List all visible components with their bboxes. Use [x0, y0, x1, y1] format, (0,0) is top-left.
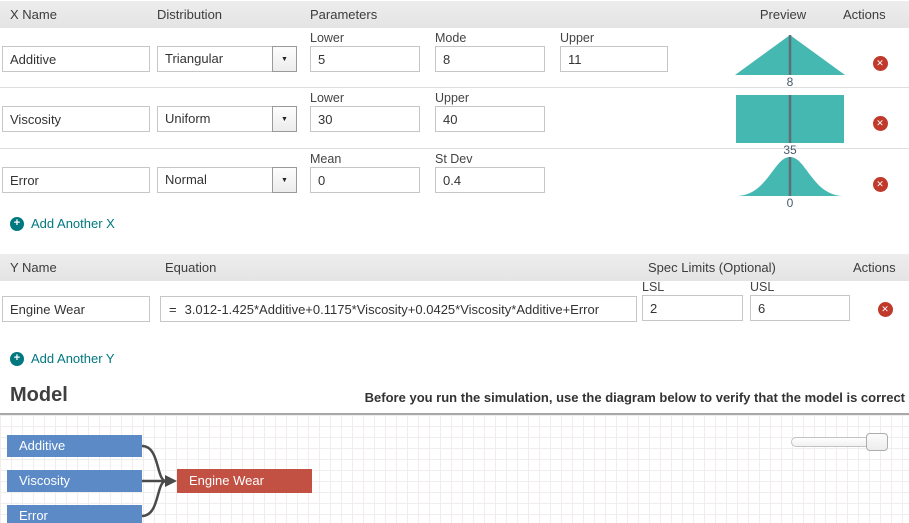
param-label: St Dev: [435, 153, 545, 166]
param-mean-input[interactable]: [310, 167, 420, 193]
add-another-x-label: Add Another X: [31, 216, 115, 231]
chevron-down-icon[interactable]: ▼: [272, 167, 297, 193]
param-label: Upper: [435, 92, 545, 105]
bell-curve-icon: [738, 156, 842, 196]
delete-row-icon[interactable]: ✕: [873, 56, 888, 71]
distribution-select[interactable]: Uniform ▼: [157, 106, 297, 132]
preview-center-value: 8: [787, 76, 794, 89]
model-diagram-canvas[interactable]: Additive Viscosity Error Engine Wear: [0, 415, 909, 523]
equation-input[interactable]: = 3.012-1.425*Additive+0.1175*Viscosity+…: [160, 296, 637, 322]
param-lower-input[interactable]: [310, 106, 420, 132]
lsl-input[interactable]: [642, 295, 743, 321]
distribution-select[interactable]: Triangular ▼: [157, 46, 297, 72]
distribution-select[interactable]: Normal ▼: [157, 167, 297, 193]
param-lower-input[interactable]: [310, 46, 420, 72]
y-name-input[interactable]: [2, 296, 150, 322]
triangular-distribution-preview: 8: [735, 35, 845, 89]
delete-row-icon[interactable]: ✕: [873, 177, 888, 192]
param-label: Mean: [310, 153, 420, 166]
delete-row-icon[interactable]: ✕: [878, 302, 893, 317]
param-stdev-input[interactable]: [435, 167, 545, 193]
x-name-input[interactable]: [2, 46, 150, 72]
x-name-header: X Name: [10, 7, 157, 22]
usl-input[interactable]: [750, 295, 850, 321]
chevron-down-icon[interactable]: ▼: [272, 106, 297, 132]
normal-distribution-preview: 0: [735, 156, 845, 210]
y-name-header: Y Name: [10, 260, 165, 275]
actions-header: Actions: [843, 7, 909, 22]
diagram-node-engine-wear[interactable]: Engine Wear: [177, 469, 312, 493]
equation-header: Equation: [165, 260, 648, 275]
diagram-node-additive[interactable]: Additive: [7, 435, 142, 457]
lsl-label: LSL: [642, 281, 743, 294]
param-upper-input[interactable]: [560, 46, 668, 72]
distribution-select-value[interactable]: Uniform: [157, 106, 272, 132]
add-another-y-label: Add Another Y: [31, 351, 115, 366]
preview-center-value: 0: [787, 197, 794, 210]
diagram-node-viscosity[interactable]: Viscosity: [7, 470, 142, 492]
param-label: Lower: [310, 92, 420, 105]
param-upper-input[interactable]: [435, 106, 545, 132]
usl-label: USL: [750, 281, 850, 294]
x-row-viscosity: Uniform ▼ Lower Upper 35 ✕: [0, 88, 909, 149]
distribution-select-value[interactable]: Normal: [157, 167, 272, 193]
uniform-shape-icon: [736, 95, 844, 143]
spec-limits-header: Spec Limits (Optional): [648, 260, 853, 275]
y-table-header: Y Name Equation Spec Limits (Optional) A…: [0, 254, 909, 281]
param-mode-input[interactable]: [435, 46, 545, 72]
distribution-header: Distribution: [157, 7, 310, 22]
equation-text: 3.012-1.425*Additive+0.1175*Viscosity+0.…: [185, 302, 599, 317]
y-row-engine-wear: = 3.012-1.425*Additive+0.1175*Viscosity+…: [0, 281, 909, 327]
delete-row-icon[interactable]: ✕: [873, 116, 888, 131]
uniform-distribution-preview: 35: [735, 95, 845, 157]
zoom-slider-handle[interactable]: [866, 433, 888, 451]
x-name-input[interactable]: [2, 106, 150, 132]
x-row-error: Normal ▼ Mean St Dev 0 ✕: [0, 149, 909, 208]
actions-header: Actions: [853, 260, 909, 275]
add-another-y-link[interactable]: + Add Another Y: [10, 351, 115, 366]
plus-circle-icon: +: [10, 352, 24, 366]
diagram-node-error[interactable]: Error: [7, 505, 142, 523]
equals-sign: =: [169, 302, 177, 317]
distribution-select-value[interactable]: Triangular: [157, 46, 272, 72]
triangle-shape-icon: [735, 35, 845, 75]
param-label: Lower: [310, 32, 420, 45]
x-table-header: X Name Distribution Parameters Preview A…: [0, 1, 909, 28]
preview-header: Preview: [723, 7, 843, 22]
parameters-header: Parameters: [310, 7, 723, 22]
param-label: Upper: [560, 32, 668, 45]
x-name-input[interactable]: [2, 167, 150, 193]
model-instruction: Before you run the simulation, use the d…: [365, 390, 905, 407]
x-row-additive: Triangular ▼ Lower Mode Upper 8 ✕: [0, 28, 909, 88]
param-label: Mode: [435, 32, 545, 45]
model-section-header: Model Before you run the simulation, use…: [0, 384, 909, 415]
add-another-x-link[interactable]: + Add Another X: [10, 216, 115, 231]
model-title: Model: [10, 384, 68, 407]
plus-circle-icon: +: [10, 217, 24, 231]
chevron-down-icon[interactable]: ▼: [272, 46, 297, 72]
